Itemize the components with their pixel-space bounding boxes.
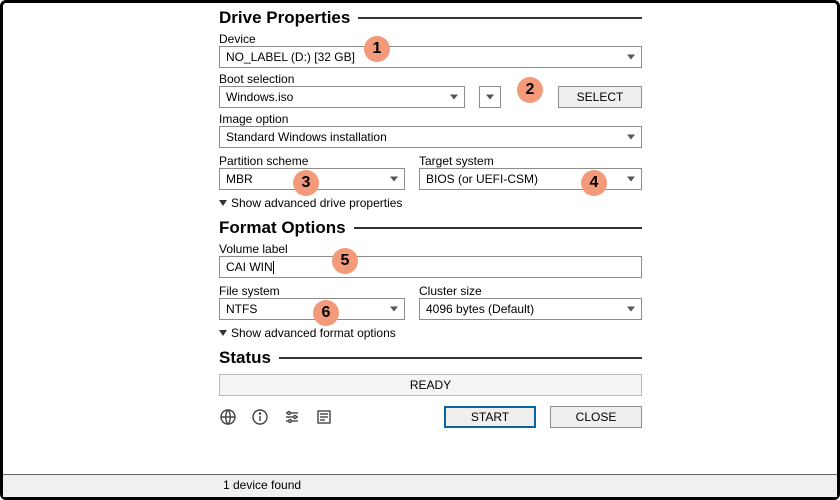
chevron-down-icon (627, 55, 635, 60)
chevron-down-icon (627, 307, 635, 312)
chevron-down-icon (219, 200, 227, 206)
info-icon[interactable] (251, 408, 269, 426)
label-volume-label: Volume label (219, 242, 642, 256)
target-system-combo[interactable]: BIOS (or UEFI-CSM) (419, 168, 642, 190)
device-value: NO_LABEL (D:) [32 GB] (226, 50, 355, 64)
label-file-system: File system (219, 284, 405, 298)
section-drive-properties: Drive Properties (219, 8, 642, 28)
volume-label-value: CAI WIN (226, 260, 273, 274)
start-button[interactable]: START (444, 406, 536, 428)
image-option-value: Standard Windows installation (226, 130, 387, 144)
text-caret (273, 261, 274, 274)
footer-statusbar: 1 device found (3, 474, 837, 497)
section-title-format: Format Options (219, 218, 346, 238)
settings-icon[interactable] (283, 408, 301, 426)
target-system-value: BIOS (or UEFI-CSM) (426, 172, 538, 186)
section-title-status: Status (219, 348, 271, 368)
cluster-size-combo[interactable]: 4096 bytes (Default) (419, 298, 642, 320)
chevron-down-icon (390, 307, 398, 312)
toggle-advanced-drive[interactable]: Show advanced drive properties (219, 196, 642, 210)
status-bar: READY (219, 374, 642, 396)
boot-selection-combo[interactable]: Windows.iso (219, 86, 465, 108)
language-icon[interactable] (219, 408, 237, 426)
volume-label-input[interactable]: CAI WIN 5 (219, 256, 642, 278)
toggle-advanced-format-label: Show advanced format options (231, 326, 396, 340)
start-button-label: START (471, 410, 509, 424)
section-format-options: Format Options (219, 218, 642, 238)
label-device: Device (219, 32, 642, 46)
chevron-down-icon (390, 177, 398, 182)
label-partition-scheme: Partition scheme (219, 154, 405, 168)
cluster-size-value: 4096 bytes (Default) (426, 302, 534, 316)
log-icon[interactable] (315, 408, 333, 426)
partition-scheme-combo[interactable]: MBR (219, 168, 405, 190)
section-rule (354, 227, 642, 229)
label-cluster-size: Cluster size (419, 284, 642, 298)
boot-selection-split[interactable] (479, 86, 501, 108)
chevron-down-icon (219, 330, 227, 336)
section-title-drive: Drive Properties (219, 8, 350, 28)
label-boot-selection: Boot selection (219, 72, 642, 86)
main-panel: Drive Properties Device NO_LABEL (D:) [3… (219, 6, 642, 428)
toggle-advanced-format[interactable]: Show advanced format options (219, 326, 642, 340)
select-button-label: SELECT (577, 90, 624, 104)
partition-scheme-value: MBR (226, 172, 253, 186)
chevron-down-icon (486, 95, 494, 100)
file-system-value: NTFS (226, 302, 257, 316)
section-rule (279, 357, 642, 359)
window-frame: Drive Properties Device NO_LABEL (D:) [3… (0, 0, 840, 500)
chevron-down-icon (627, 177, 635, 182)
section-status: Status (219, 348, 642, 368)
file-system-combo[interactable]: NTFS (219, 298, 405, 320)
select-button[interactable]: SELECT (558, 86, 642, 108)
toggle-advanced-drive-label: Show advanced drive properties (231, 196, 402, 210)
close-button[interactable]: CLOSE (550, 406, 642, 428)
boot-selection-value: Windows.iso (226, 90, 293, 104)
status-text: READY (410, 378, 451, 392)
image-option-combo[interactable]: Standard Windows installation (219, 126, 642, 148)
chevron-down-icon (450, 95, 458, 100)
device-combo[interactable]: NO_LABEL (D:) [32 GB] 1 (219, 46, 642, 68)
section-rule (358, 17, 642, 19)
footer-devices: 1 device found (223, 478, 301, 492)
label-image-option: Image option (219, 112, 642, 126)
label-target-system: Target system (419, 154, 642, 168)
chevron-down-icon (627, 135, 635, 140)
close-button-label: CLOSE (576, 410, 617, 424)
